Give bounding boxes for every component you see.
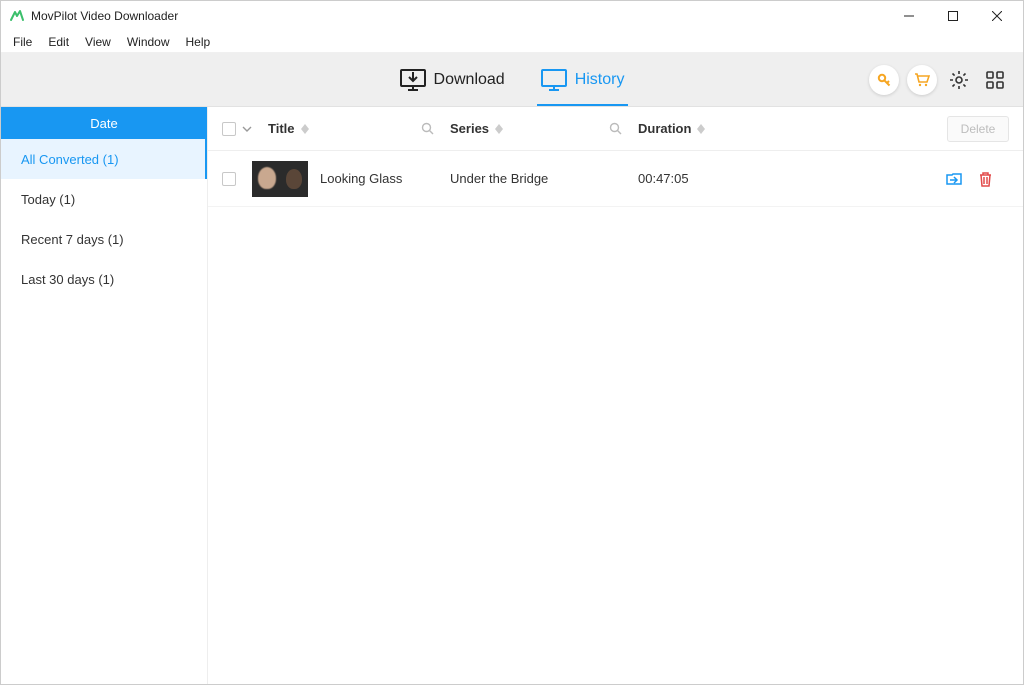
column-duration[interactable]: Duration (638, 121, 828, 136)
sort-icon (301, 124, 309, 134)
apps-button[interactable] (981, 66, 1009, 94)
menubar: File Edit View Window Help (1, 31, 1023, 53)
gear-icon (949, 70, 969, 90)
menu-edit[interactable]: Edit (40, 33, 77, 51)
tab-history-label: History (575, 71, 625, 89)
trash-icon[interactable] (978, 171, 993, 187)
sidebar-item-all-converted[interactable]: All Converted (1) (1, 139, 207, 179)
menu-view[interactable]: View (77, 33, 119, 51)
search-icon[interactable] (421, 122, 434, 135)
main: Date All Converted (1) Today (1) Recent … (1, 107, 1023, 684)
row-title: Looking Glass (320, 171, 450, 186)
menu-window[interactable]: Window (119, 33, 178, 51)
sidebar-item-label: Today (1) (21, 192, 75, 207)
row-series: Under the Bridge (450, 171, 638, 186)
column-header: Title Series (208, 107, 1023, 151)
grid-icon (986, 71, 1004, 89)
column-series[interactable]: Series (450, 121, 638, 136)
sidebar: Date All Converted (1) Today (1) Recent … (1, 107, 208, 684)
column-title-label: Title (268, 121, 295, 136)
column-series-label: Series (450, 121, 489, 136)
row-duration: 00:47:05 (638, 171, 828, 186)
download-icon (400, 69, 426, 91)
select-all-checkbox[interactable] (222, 122, 236, 136)
sidebar-header[interactable]: Date (1, 107, 207, 139)
content: Title Series (208, 107, 1023, 684)
key-button[interactable] (869, 65, 899, 95)
sidebar-item-today[interactable]: Today (1) (1, 179, 207, 219)
sidebar-item-recent-7-days[interactable]: Recent 7 days (1) (1, 219, 207, 259)
app-window: MovPilot Video Downloader File Edit View… (0, 0, 1024, 685)
history-icon (541, 69, 567, 91)
minimize-button[interactable] (887, 1, 931, 31)
tab-download[interactable]: Download (396, 53, 509, 106)
cart-button[interactable] (907, 65, 937, 95)
sidebar-item-label: Last 30 days (1) (21, 272, 114, 287)
settings-button[interactable] (945, 66, 973, 94)
maximize-button[interactable] (931, 1, 975, 31)
chevron-down-icon[interactable] (242, 124, 252, 134)
column-duration-label: Duration (638, 121, 691, 136)
cart-icon (914, 72, 930, 88)
row-checkbox[interactable] (222, 172, 236, 186)
sidebar-item-label: All Converted (1) (21, 152, 119, 167)
menu-file[interactable]: File (5, 33, 40, 51)
tab-history[interactable]: History (537, 53, 629, 106)
delete-button-label: Delete (961, 122, 996, 136)
delete-button[interactable]: Delete (947, 116, 1009, 142)
key-icon (876, 72, 892, 88)
titlebar: MovPilot Video Downloader (1, 1, 1023, 31)
tab-download-label: Download (434, 71, 505, 89)
toolbar: Download History (1, 53, 1023, 107)
search-icon[interactable] (609, 122, 622, 135)
sort-icon (495, 124, 503, 134)
sidebar-item-label: Recent 7 days (1) (21, 232, 124, 247)
open-folder-icon[interactable] (946, 171, 962, 187)
app-title: MovPilot Video Downloader (31, 9, 178, 23)
close-button[interactable] (975, 1, 1019, 31)
menu-help[interactable]: Help (178, 33, 219, 51)
column-title[interactable]: Title (268, 121, 450, 136)
app-logo-icon (9, 8, 25, 24)
table-row[interactable]: Looking Glass Under the Bridge 00:47:05 (208, 151, 1023, 207)
sidebar-item-last-30-days[interactable]: Last 30 days (1) (1, 259, 207, 299)
sort-icon (697, 124, 705, 134)
video-thumbnail[interactable] (252, 161, 308, 197)
